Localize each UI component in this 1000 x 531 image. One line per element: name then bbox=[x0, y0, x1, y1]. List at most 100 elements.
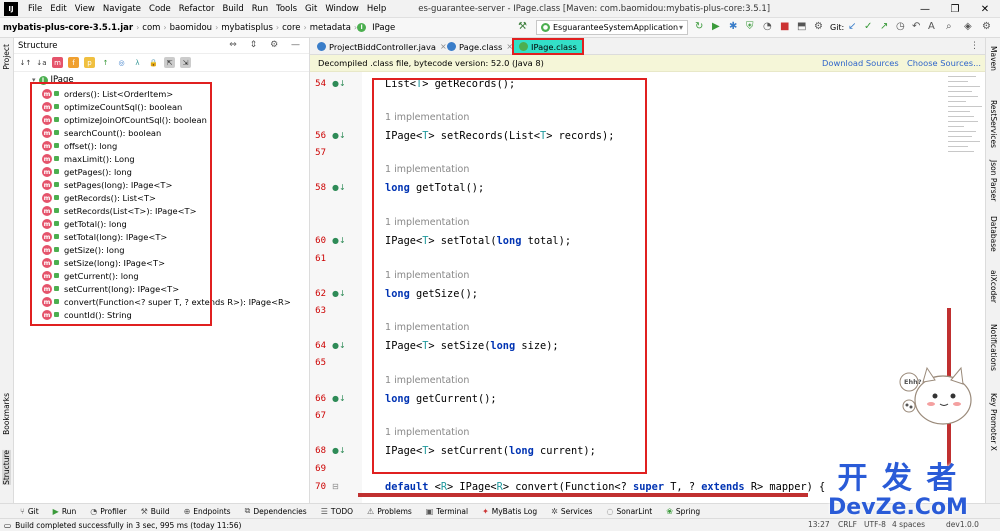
terminal-tool-button[interactable]: ▣ Terminal bbox=[426, 507, 468, 516]
implementation-hint[interactable]: 1 implementation bbox=[385, 270, 469, 281]
git-commit-icon[interactable]: ✓ bbox=[864, 21, 872, 32]
status-message[interactable]: Build completed successfully in 3 sec, 9… bbox=[15, 521, 241, 530]
show-fields-icon[interactable]: f bbox=[68, 57, 79, 68]
implementation-hint[interactable]: 1 implementation bbox=[385, 164, 469, 175]
run-icon[interactable]: ▶ bbox=[712, 21, 720, 32]
structure-tool-tab[interactable]: Structure bbox=[2, 450, 11, 485]
maven-tool-tab[interactable]: Maven bbox=[989, 46, 998, 71]
tree-method[interactable]: m getTotal(): long bbox=[42, 217, 127, 230]
structure-header-controls[interactable]: ⇔ ⇕ ⚙ — bbox=[229, 40, 305, 50]
git-history-icon[interactable]: ◷ bbox=[896, 21, 905, 32]
problems-tool-button[interactable]: ⚠ Problems bbox=[367, 507, 412, 516]
code-line[interactable]: IPage<T> setTotal(long total); bbox=[385, 235, 571, 247]
tree-method[interactable]: m setRecords(List<T>): IPage<T> bbox=[42, 204, 197, 217]
tree-method[interactable]: m setPages(long): IPage<T> bbox=[42, 178, 172, 191]
menu-build[interactable]: Build bbox=[218, 4, 247, 14]
breadcrumb-metadata[interactable]: metadata bbox=[307, 23, 354, 33]
build-tool-button[interactable]: ⚒ Build bbox=[141, 507, 170, 516]
spring-tool-button[interactable]: ❀ Spring bbox=[666, 507, 700, 516]
implemented-marker-icon[interactable]: ●↓ bbox=[332, 289, 346, 298]
hammer-icon[interactable]: ⚒ bbox=[518, 21, 527, 32]
code-line[interactable]: long getTotal(); bbox=[385, 182, 484, 194]
implemented-marker-icon[interactable]: ●↓ bbox=[332, 183, 346, 192]
tree-method[interactable]: m convert(Function<? super T, ? extends R… bbox=[42, 295, 291, 308]
implemented-marker-icon[interactable]: ●↓ bbox=[332, 131, 346, 140]
show-nonpublic-icon[interactable]: 🔒 bbox=[148, 57, 159, 68]
breadcrumb-mybatisplus[interactable]: mybatisplus bbox=[218, 23, 276, 33]
implementation-hint[interactable]: 1 implementation bbox=[385, 112, 469, 123]
breadcrumb-com[interactable]: com bbox=[139, 23, 163, 33]
breadcrumb-ipage[interactable]: IPage bbox=[369, 23, 398, 33]
choose-sources-link[interactable]: Choose Sources... bbox=[907, 58, 981, 68]
tree-method[interactable]: m maxLimit(): Long bbox=[42, 152, 135, 165]
bookmarks-tool-tab[interactable]: Bookmarks bbox=[2, 393, 11, 435]
git-tool-button[interactable]: ⑂ Git bbox=[20, 507, 39, 516]
key-promoter-tool-tab[interactable]: Key Promoter X bbox=[989, 393, 998, 451]
rerun-icon[interactable]: ↻ bbox=[695, 21, 703, 32]
menu-code[interactable]: Code bbox=[145, 4, 175, 14]
run-config-select[interactable]: ● EsguaranteeSystemApplication ▾ bbox=[536, 20, 688, 35]
implemented-marker-icon[interactable]: ●↓ bbox=[332, 446, 346, 455]
implementation-hint[interactable]: 1 implementation bbox=[385, 427, 469, 438]
menu-help[interactable]: Help bbox=[363, 4, 390, 14]
git-rollback-icon[interactable]: ↶ bbox=[912, 21, 920, 32]
todo-tool-button[interactable]: ☰ TODO bbox=[321, 507, 353, 516]
code-line[interactable]: IPage<T> setSize(long size); bbox=[385, 340, 559, 352]
tree-method[interactable]: m searchCount(): boolean bbox=[42, 126, 161, 139]
tree-method[interactable]: m getSize(): long bbox=[42, 243, 124, 256]
notifications-tool-tab[interactable]: Notifications bbox=[989, 324, 998, 371]
menu-file[interactable]: File bbox=[24, 4, 46, 14]
implementation-hint[interactable]: 1 implementation bbox=[385, 217, 469, 228]
minimize-button[interactable]: — bbox=[910, 0, 940, 18]
git-update-icon[interactable]: ↙ bbox=[848, 21, 856, 32]
dependencies-tool-button[interactable]: ⧉ Dependencies bbox=[245, 506, 307, 516]
breadcrumb-jar[interactable]: mybatis-plus-core-3.5.1.jar bbox=[0, 23, 136, 33]
tree-method[interactable]: m countId(): String bbox=[42, 308, 132, 321]
endpoints-tool-button[interactable]: ⊕ Endpoints bbox=[184, 507, 231, 516]
code-line[interactable]: IPage<T> setCurrent(long current); bbox=[385, 445, 596, 457]
tree-method[interactable]: m getPages(): long bbox=[42, 165, 132, 178]
tree-method[interactable]: m setTotal(long): IPage<T> bbox=[42, 230, 167, 243]
sort-visibility-icon[interactable]: ↓↑ bbox=[20, 57, 32, 68]
code-line[interactable]: List<T> getRecords(); bbox=[385, 78, 515, 90]
restservices-tool-tab[interactable]: RestServices bbox=[989, 100, 998, 148]
menu-tools[interactable]: Tools bbox=[272, 4, 301, 14]
sort-alpha-icon[interactable]: ↓a bbox=[36, 57, 47, 68]
stop-icon[interactable]: ■ bbox=[780, 21, 789, 32]
show-anonymous-icon[interactable]: ◎ bbox=[116, 57, 127, 68]
sonarlint-tool-button[interactable]: ◌ SonarLint bbox=[606, 507, 652, 516]
tree-method[interactable]: m optimizeCountSql(): boolean bbox=[42, 100, 182, 113]
build-icon[interactable]: ⬒ bbox=[797, 21, 806, 32]
json-parser-tool-tab[interactable]: Json Parser bbox=[989, 160, 998, 201]
settings-icon[interactable]: ⚙ bbox=[814, 21, 823, 32]
implemented-marker-icon[interactable]: ●↓ bbox=[332, 79, 346, 88]
tab-projectbiddcontroller[interactable]: ProjectBiddController.java × bbox=[312, 38, 452, 55]
download-sources-link[interactable]: Download Sources bbox=[822, 58, 899, 68]
tree-method[interactable]: m setCurrent(long): IPage<T> bbox=[42, 282, 179, 295]
implemented-marker-icon[interactable]: ●↓ bbox=[332, 394, 346, 403]
profiler-tool-button[interactable]: ◔ Profiler bbox=[90, 507, 126, 516]
tree-method[interactable]: m getRecords(): List<T> bbox=[42, 191, 156, 204]
mybatis-log-tool-button[interactable]: ✦ MyBatis Log bbox=[482, 507, 537, 516]
database-tool-tab[interactable]: Database bbox=[989, 216, 998, 252]
tab-ipage-class[interactable]: IPage.class bbox=[512, 38, 584, 55]
tree-method[interactable]: m getCurrent(): long bbox=[42, 269, 139, 282]
more-tabs-icon[interactable]: ⋮ bbox=[970, 41, 979, 51]
tree-method[interactable]: m orders(): List<OrderItem> bbox=[42, 87, 173, 100]
code-minimap[interactable] bbox=[948, 72, 985, 272]
git-push-icon[interactable]: ↗ bbox=[880, 21, 888, 32]
autoscroll-from-source-icon[interactable]: ⇲ bbox=[180, 57, 191, 68]
fold-icon[interactable]: ⊟ bbox=[332, 482, 339, 491]
debug-icon[interactable]: ✱ bbox=[729, 21, 737, 32]
tree-method[interactable]: m optimizeJoinOfCountSql(): boolean bbox=[42, 113, 207, 126]
breadcrumb-core[interactable]: core bbox=[279, 23, 303, 33]
tab-page-class[interactable]: Page.class × bbox=[442, 38, 518, 55]
close-button[interactable]: ✕ bbox=[970, 0, 1000, 18]
implementation-hint[interactable]: 1 implementation bbox=[385, 375, 469, 386]
run-tool-button[interactable]: ▶ Run bbox=[53, 507, 77, 516]
gear-icon[interactable]: ⚙ bbox=[982, 21, 991, 32]
menu-window[interactable]: Window bbox=[321, 4, 363, 14]
menu-run[interactable]: Run bbox=[248, 4, 272, 14]
tree-root[interactable]: ▾ I IPage bbox=[32, 75, 74, 85]
ide-update-icon[interactable]: ◈ bbox=[964, 21, 972, 32]
